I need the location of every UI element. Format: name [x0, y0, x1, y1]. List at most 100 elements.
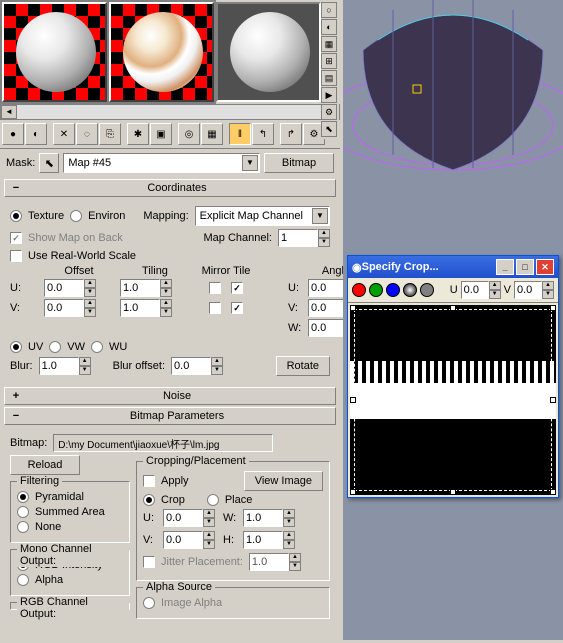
- filtering-group: Filtering Pyramidal Summed Area None: [10, 481, 130, 543]
- u-tile-check[interactable]: [231, 282, 243, 294]
- bitmap-path-button[interactable]: D:\my Document\jiaoxue\杯子\lm.jpg: [53, 434, 273, 452]
- u-offset-spinner[interactable]: ▲▼: [44, 279, 114, 297]
- crop-handle-tr[interactable]: [550, 305, 556, 311]
- crop-handle-br[interactable]: [550, 489, 556, 495]
- select-by-icon[interactable]: ⬉: [321, 121, 337, 137]
- put-to-scene-icon[interactable]: ◐: [25, 123, 47, 145]
- background-icon[interactable]: ▦: [321, 36, 337, 52]
- blur-spinner[interactable]: ▲▼: [39, 357, 91, 375]
- v-offset-spinner[interactable]: ▲▼: [44, 299, 114, 317]
- material-slot-3[interactable]: [216, 2, 321, 102]
- crop-canvas[interactable]: [350, 305, 556, 495]
- minus-icon: −: [9, 410, 23, 422]
- crop-handle-b[interactable]: [450, 489, 456, 495]
- hdr-tiling: Tiling: [120, 265, 190, 277]
- maximize-icon[interactable]: □: [516, 259, 534, 275]
- v-tiling-spinner[interactable]: ▲▼: [120, 299, 190, 317]
- blue-channel-icon[interactable]: [386, 283, 400, 297]
- blur-offset-spinner[interactable]: ▲▼: [171, 357, 223, 375]
- bitmap-params-title: Bitmap Parameters: [23, 410, 331, 422]
- radio-none[interactable]: [17, 521, 29, 533]
- sample-type-icon[interactable]: ○: [321, 2, 337, 18]
- radio-texture[interactable]: [10, 210, 22, 222]
- crop-win-u-spinner[interactable]: ▲▼: [461, 281, 501, 299]
- map-channel-input[interactable]: [278, 229, 318, 247]
- rollout-noise-header[interactable]: + Noise: [4, 387, 336, 405]
- crop-w-spinner[interactable]: ▲▼: [243, 509, 297, 527]
- mapping-dropdown[interactable]: Explicit Map Channel ▼: [195, 206, 330, 226]
- reset-icon[interactable]: ◌: [76, 123, 98, 145]
- crop-handle-t[interactable]: [450, 305, 456, 311]
- jitter-label: Jitter Placement:: [161, 556, 243, 568]
- crop-titlebar[interactable]: ◉ Specify Crop... _ □ ✕: [348, 256, 558, 278]
- reload-button[interactable]: Reload: [10, 455, 80, 475]
- crop-u-spinner[interactable]: ▲▼: [163, 509, 217, 527]
- backlight-icon[interactable]: ◐: [321, 19, 337, 35]
- v-mirror-check[interactable]: [209, 302, 221, 314]
- map-channel-spinner[interactable]: ▲▼: [278, 229, 330, 247]
- crop-handle-l[interactable]: [350, 397, 356, 403]
- alpha-channel-icon[interactable]: [403, 283, 417, 297]
- material-slot-1[interactable]: [2, 2, 107, 102]
- chevron-down-icon[interactable]: ▼: [312, 208, 328, 224]
- real-world-label: Use Real-World Scale: [28, 250, 136, 262]
- apply-check[interactable]: [143, 475, 155, 487]
- crop-v-label: V:: [143, 534, 157, 546]
- v-tile-check[interactable]: [231, 302, 243, 314]
- get-material-icon[interactable]: ●: [2, 123, 24, 145]
- put-library-icon[interactable]: ▣: [150, 123, 172, 145]
- radio-place[interactable]: [207, 494, 219, 506]
- green-channel-icon[interactable]: [369, 283, 383, 297]
- material-slot-2[interactable]: [109, 2, 214, 102]
- copy-icon[interactable]: ⎘: [99, 123, 121, 145]
- mono-channel-icon[interactable]: [420, 283, 434, 297]
- rotate-button[interactable]: Rotate: [276, 356, 330, 376]
- radio-pyramidal[interactable]: [17, 491, 29, 503]
- hdr-offset: Offset: [44, 265, 114, 277]
- crop-u-label: U:: [143, 512, 157, 524]
- radio-vw[interactable]: [49, 341, 61, 353]
- crop-win-v-spinner[interactable]: ▲▼: [514, 281, 554, 299]
- crop-handle-bl[interactable]: [350, 489, 356, 495]
- options-icon[interactable]: ⚙: [321, 104, 337, 120]
- uv-tile-icon[interactable]: ⊞: [321, 53, 337, 69]
- go-sibling-icon[interactable]: ↱: [280, 123, 302, 145]
- close-icon[interactable]: ✕: [536, 259, 554, 275]
- preview-hscroll[interactable]: ◄ ►: [0, 104, 340, 120]
- mask-type-button[interactable]: Bitmap: [264, 153, 334, 173]
- crop-handle-tl[interactable]: [350, 305, 356, 311]
- rollout-coordinates-header[interactable]: − Coordinates: [4, 179, 336, 197]
- radio-summed[interactable]: [17, 506, 29, 518]
- pick-icon[interactable]: ⬉: [39, 153, 59, 173]
- assign-icon[interactable]: ✕: [53, 123, 75, 145]
- crop-handle-r[interactable]: [550, 397, 556, 403]
- radio-alpha[interactable]: [17, 574, 29, 586]
- radio-environ[interactable]: [70, 210, 82, 222]
- blur-offset-label: Blur offset:: [113, 360, 165, 372]
- preview-icon[interactable]: ▶: [321, 87, 337, 103]
- rollout-bitmap-header[interactable]: − Bitmap Parameters: [4, 407, 336, 425]
- view-image-button[interactable]: View Image: [244, 471, 323, 491]
- crop-v-label: V: [504, 284, 511, 296]
- specify-crop-window[interactable]: ◉ Specify Crop... _ □ ✕ U ▲▼ V ▲▼: [347, 255, 559, 498]
- check-real-world[interactable]: [10, 250, 22, 262]
- make-unique-icon[interactable]: ✱: [127, 123, 149, 145]
- u-mirror-check[interactable]: [209, 282, 221, 294]
- crop-h-spinner[interactable]: ▲▼: [243, 531, 297, 549]
- radio-uv[interactable]: [10, 341, 22, 353]
- red-channel-icon[interactable]: [352, 283, 366, 297]
- scroll-left-icon[interactable]: ◄: [1, 105, 17, 119]
- crop-marquee[interactable]: [354, 309, 552, 491]
- show-result-icon[interactable]: ‖: [229, 123, 251, 145]
- minimize-icon[interactable]: _: [496, 259, 514, 275]
- crop-v-spinner[interactable]: ▲▼: [163, 531, 217, 549]
- chevron-down-icon[interactable]: ▼: [242, 155, 258, 171]
- u-tiling-spinner[interactable]: ▲▼: [120, 279, 190, 297]
- radio-wu[interactable]: [91, 341, 103, 353]
- effects-icon[interactable]: ◎: [178, 123, 200, 145]
- show-map-icon[interactable]: ▦: [201, 123, 223, 145]
- mask-dropdown[interactable]: Map #45 ▼: [63, 153, 260, 173]
- go-parent-icon[interactable]: ↰: [252, 123, 274, 145]
- video-check-icon[interactable]: ▤: [321, 70, 337, 86]
- radio-crop[interactable]: [143, 494, 155, 506]
